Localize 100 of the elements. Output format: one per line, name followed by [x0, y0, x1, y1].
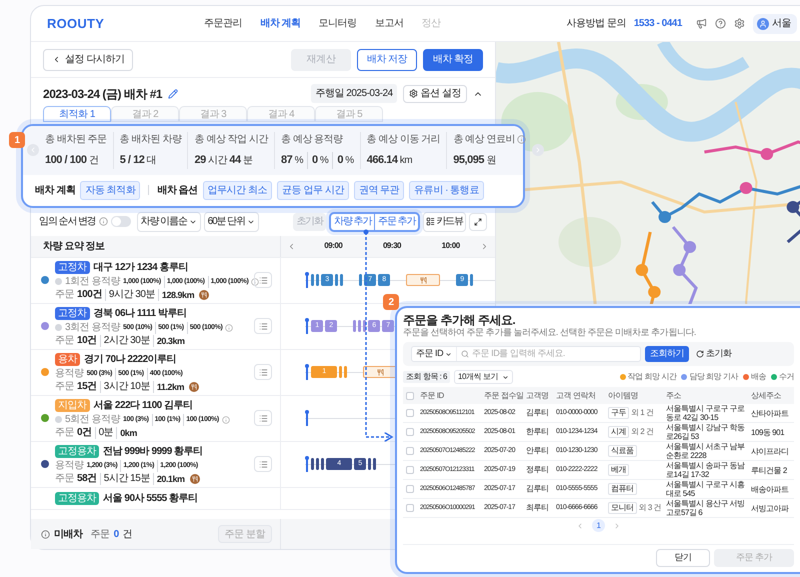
capacity-label: 1회전 용적량	[65, 276, 120, 288]
stat-label: 총 예상 용적량	[280, 133, 343, 147]
work-duration: 5시간 15분	[100, 472, 150, 484]
user-chip[interactable]: 서울	[752, 14, 797, 34]
customer-name: 김루티	[526, 407, 550, 419]
dialog-subtitle: 주문을 선택하여 주문 추가를 눌러주세요. 선택한 주문은 미배차로 추가됩니다.	[403, 327, 697, 338]
stat-value: 466.14 km	[366, 153, 412, 168]
work-duration: 0분	[94, 426, 114, 438]
item-chip: 구두	[608, 407, 630, 419]
vehicle-tag: 지입차	[55, 398, 90, 412]
filter-select[interactable]: 주문 ID	[412, 347, 458, 361]
item-extra: 외 2 건	[631, 426, 654, 438]
work-duration: 3시간 10분	[100, 380, 150, 392]
item-chip: 시계	[608, 426, 630, 438]
capacity-label: 5회전 용적량	[65, 414, 120, 426]
column-header[interactable]: 주소	[666, 392, 749, 400]
step-badge: 1	[9, 132, 25, 148]
nav-link[interactable]: 모니터링	[318, 16, 357, 31]
support-phone[interactable]: 1533 - 0441	[634, 16, 682, 31]
vehicle-tag: 용차	[55, 352, 80, 366]
reset-button[interactable]: 초기화	[693, 346, 735, 362]
sort-select[interactable]: 차량 이름순	[136, 212, 201, 232]
search-field[interactable]: 주문 ID 주문 ID를 입력해 주세요.	[411, 346, 641, 362]
column-header[interactable]: 주문 접수일	[484, 392, 524, 400]
nav-link[interactable]: 주문관리	[204, 16, 242, 31]
option-chip: 균등 업무 시간	[277, 180, 349, 200]
close-button[interactable]: 닫기	[656, 549, 710, 567]
stat-label: 총 예상 작업 시간	[194, 133, 268, 147]
item-chip: 모니터	[608, 502, 637, 514]
step-badge: 2	[383, 294, 399, 310]
column-header[interactable]: 고객명	[526, 392, 554, 400]
orders-count: 100건	[77, 288, 102, 300]
unassigned-count: 0	[114, 528, 119, 542]
customer-name: 최루티	[526, 502, 550, 514]
customer-name: 안루티	[526, 445, 550, 457]
options-label: 배차 옵션	[157, 184, 198, 198]
capacity-label: 용적량	[55, 368, 84, 380]
logo[interactable]: ROOUTY	[47, 14, 104, 34]
address: 서울특별시 서초구 남부순환로 2228	[666, 442, 746, 460]
stat-value: 5 / 12 대	[120, 153, 156, 168]
address: 서울특별시 구로구 시흥대로 545	[666, 480, 746, 498]
orders-label: 주문	[55, 334, 74, 346]
distance: 128.9km	[158, 288, 194, 300]
customer-name: 김루티	[526, 483, 550, 495]
distance: 11.2km	[152, 380, 184, 392]
stat-label: 총 예상 이동 거리	[366, 133, 440, 147]
item-chip: 식료품	[608, 445, 637, 457]
card-view-button[interactable]: 카드뷰	[423, 212, 466, 232]
work-duration: 2시간 30분	[100, 334, 150, 346]
item-extra: 외 3 건	[638, 502, 662, 514]
column-title: 차량 요약 정보	[31, 236, 281, 256]
customer-name: 한루티	[526, 426, 550, 438]
count-unit: 건	[122, 528, 132, 542]
dialog-title: 주문을 추가해 주세요.	[403, 313, 516, 327]
address-detail: 배송아파트	[751, 484, 790, 494]
nav-link[interactable]: 보고서	[374, 16, 404, 31]
legend-label: 수거	[778, 371, 794, 383]
capacity-label: 용적량	[55, 460, 84, 472]
column-header[interactable]: 고객 연락처	[556, 392, 606, 400]
user-name: 서울	[772, 17, 791, 31]
address: 서울특별시 강남구 학동로26길 53	[666, 423, 746, 441]
stat-value: 29 시간 44 분	[194, 153, 252, 168]
back-button[interactable]: 설정 다시하기	[43, 48, 134, 70]
action-button[interactable]: 배차 저장	[357, 48, 417, 70]
time-label: 09:00	[324, 240, 342, 252]
orders-count: 15건	[77, 380, 97, 392]
distance: 20.3km	[152, 334, 184, 346]
item-chip: 컴퓨터	[608, 483, 637, 495]
address: 서울특별시 용산구 서빙고로57길 6	[666, 499, 746, 517]
support-label: 사용방법 문의	[566, 17, 626, 31]
orders-label: 주문	[55, 288, 74, 300]
column-header[interactable]: 주문 ID	[420, 392, 482, 400]
result-tab[interactable]: 최적화 1	[43, 106, 111, 122]
distance: 0km	[116, 426, 137, 438]
column-header[interactable]: 상세주소	[751, 392, 791, 400]
page-button[interactable]: 1	[592, 519, 605, 532]
plan-title: 2023-03-24 (금) 배차 #1	[43, 86, 162, 102]
column-header[interactable]: 아이템명	[608, 392, 664, 400]
vehicle-tag: 고정용차	[55, 492, 100, 504]
run-date: 주행일 2025-03-24	[311, 84, 397, 103]
stat-value: 95,095 원	[453, 153, 496, 168]
vehicle-name: 경북 06나 1111 박루티	[94, 306, 186, 320]
options-button[interactable]: 옵션 설정	[402, 84, 467, 102]
nav-link[interactable]: 배차 계획	[260, 16, 301, 31]
vehicle-name: 서울 90사 5555 황루티	[103, 492, 198, 506]
address: 서울특별시 구로구 구로동로 42길 30-15	[666, 404, 746, 422]
stat-value: 87 %	[280, 153, 303, 168]
stat-value: 100 / 100 건	[45, 153, 98, 168]
add-order-button[interactable]: 주문 추가	[375, 214, 418, 230]
vehicle-name: 경기 70나 2222이루티	[84, 352, 176, 366]
address-detail: 루티건물 2	[751, 466, 788, 474]
search-button[interactable]: 조회하기	[645, 346, 690, 362]
stat-label: 총 배차된 주문	[45, 133, 107, 147]
action-button[interactable]: 배차 확정	[423, 48, 483, 70]
plan-label: 배차 계획	[35, 184, 76, 198]
page-size-select[interactable]: 10개씩 보기	[454, 370, 513, 384]
unit-select[interactable]: 60분 단위	[204, 212, 259, 232]
customer-name: 정루티	[526, 464, 550, 476]
stat-value: 0 %	[332, 152, 354, 168]
stat-label: 총 예상 연료비	[453, 133, 515, 147]
